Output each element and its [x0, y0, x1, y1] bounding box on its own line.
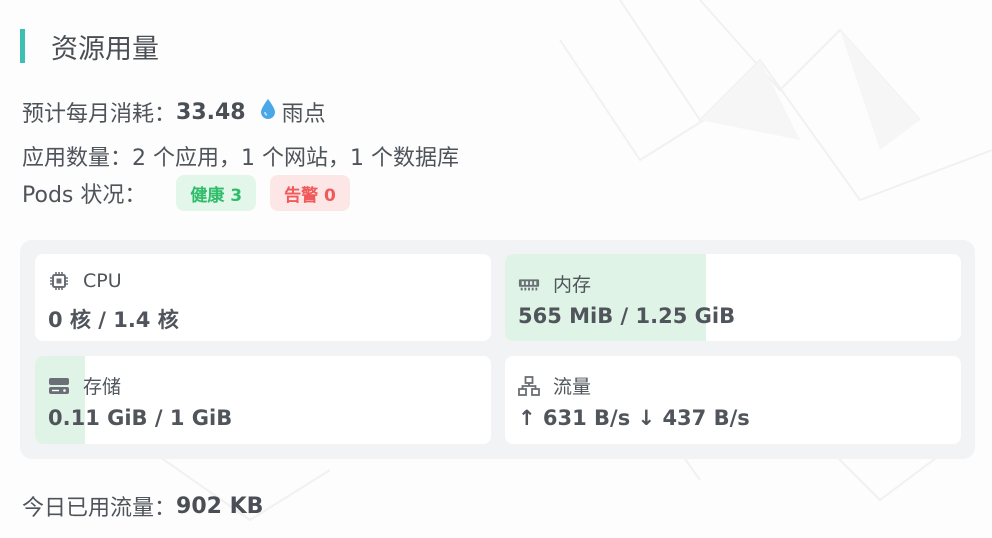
network-icon: [518, 375, 540, 397]
storage-usage-fill: [35, 356, 86, 444]
today-traffic-line: 今日已用流量： 902 KB: [22, 490, 263, 522]
cpu-card: CPU 0 核 / 1.4 核: [35, 254, 491, 341]
resource-panel: CPU 0 核 / 1.4 核 内存 565 MiB / 1.25 GiB 存储…: [20, 240, 975, 459]
today-traffic-label: 今日已用流量：: [22, 496, 177, 521]
chip-icon: [48, 270, 70, 292]
traffic-value: ↑ 631 B/s ↓ 437 B/s: [518, 406, 750, 430]
monthly-cost-value: 33.48: [176, 99, 246, 125]
resource-usage-page: 资源用量 预计每月消耗： 33.48 雨点 应用数量： 2 个应用，1 个网站，…: [0, 0, 992, 538]
section-title: 资源用量: [20, 28, 159, 65]
monthly-cost-line: 预计每月消耗： 33.48 雨点: [22, 96, 326, 128]
cpu-label: CPU: [83, 270, 122, 292]
raindrop-icon: [260, 98, 276, 126]
app-count-line: 应用数量： 2 个应用，1 个网站，1 个数据库: [22, 140, 459, 172]
storage-card: 存储 0.11 GiB / 1 GiB: [35, 356, 491, 444]
cpu-value: 0 核 / 1.4 核: [48, 308, 179, 332]
section-title-text: 资源用量: [51, 33, 159, 65]
traffic-card: 流量 ↑ 631 B/s ↓ 437 B/s: [505, 356, 961, 444]
memory-card: 内存 565 MiB / 1.25 GiB: [505, 254, 961, 341]
app-count-text: 2 个应用，1 个网站，1 个数据库: [132, 146, 459, 171]
today-traffic-value: 902 KB: [176, 493, 264, 519]
monthly-cost-label: 预计每月消耗：: [22, 102, 177, 127]
storage-value: 0.11 GiB / 1 GiB: [48, 406, 233, 430]
traffic-label: 流量: [553, 376, 592, 398]
pods-warning-badge[interactable]: 告警 0: [270, 175, 350, 211]
currency-unit: 雨点: [281, 102, 326, 127]
pods-status-label: Pods 状况：: [22, 183, 147, 208]
memory-label: 内存: [553, 274, 592, 296]
memory-value: 565 MiB / 1.25 GiB: [518, 304, 736, 328]
pods-status-line: Pods 状况： 健康 3 告警 0: [22, 175, 350, 211]
pods-healthy-badge[interactable]: 健康 3: [176, 175, 257, 211]
memory-icon: [518, 273, 540, 295]
storage-icon: [48, 375, 70, 397]
title-accent-bar: [20, 29, 25, 63]
app-count-label: 应用数量：: [22, 146, 133, 171]
storage-label: 存储: [83, 376, 122, 398]
